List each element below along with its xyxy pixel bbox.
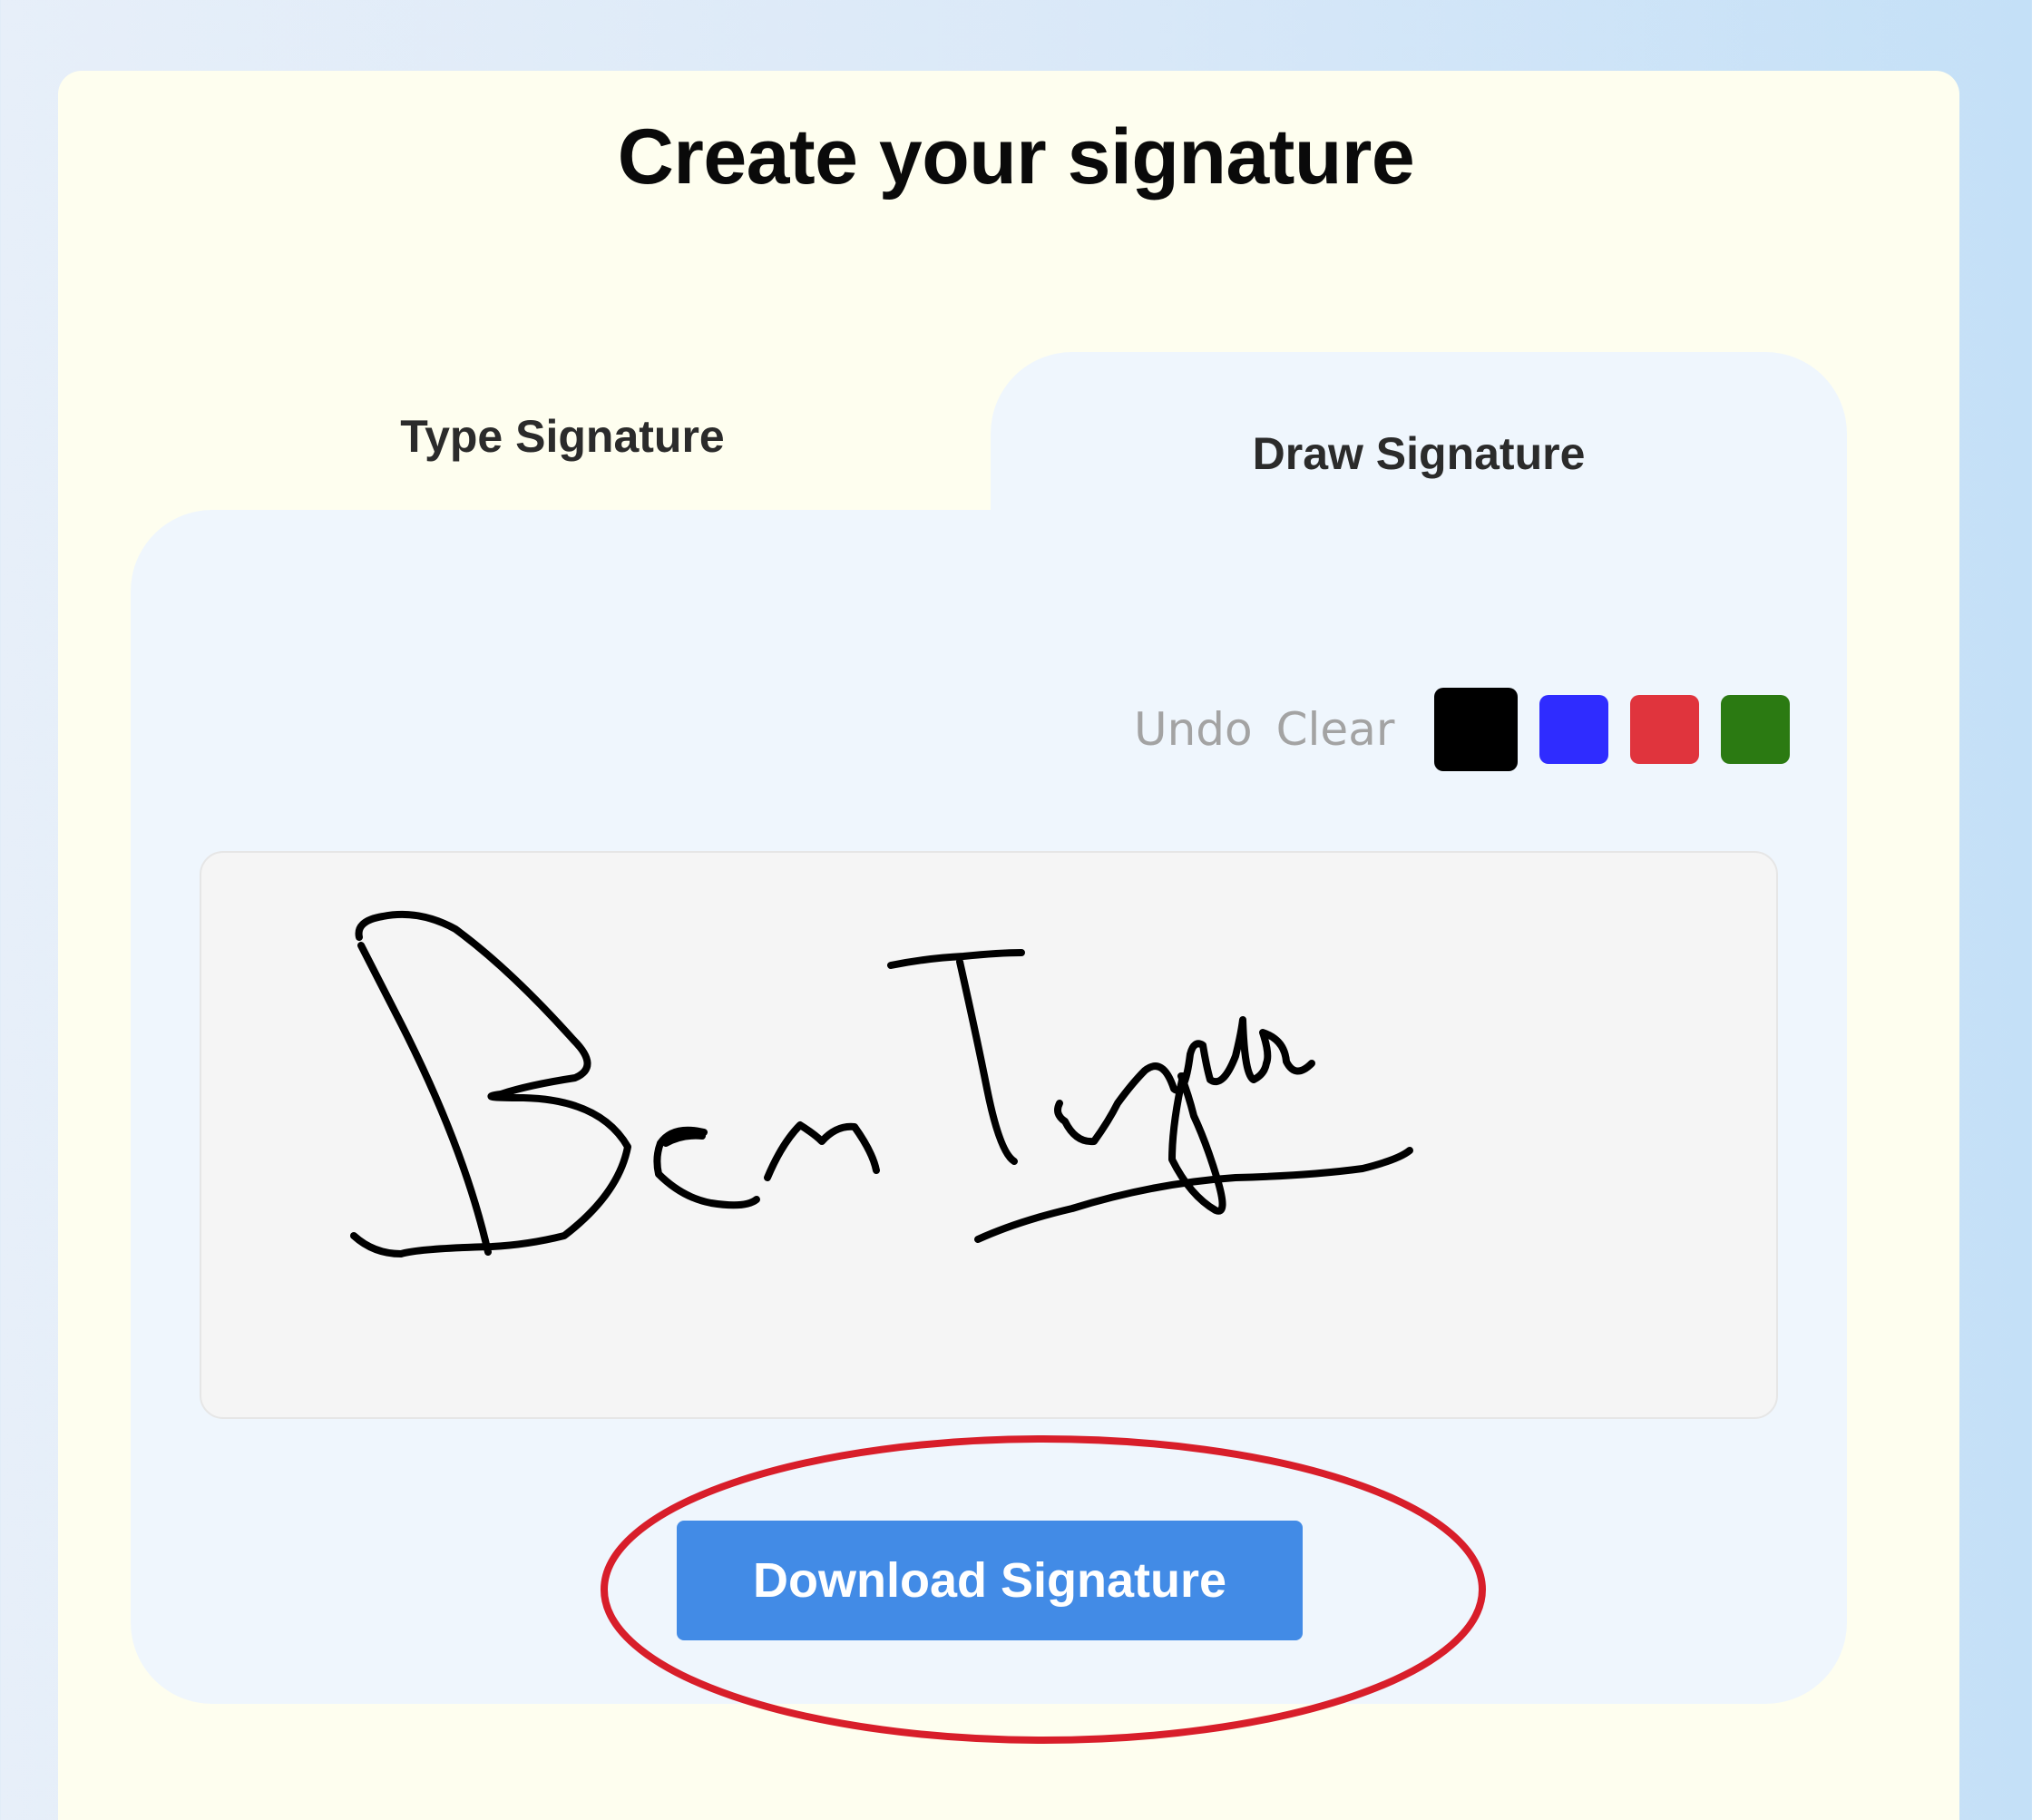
- signature-canvas[interactable]: [200, 851, 1778, 1419]
- draw-toolbar: Undo Clear: [1134, 688, 1791, 771]
- signature-drawing: [350, 910, 1413, 1257]
- page-title: Create your signature: [617, 113, 1415, 201]
- tab-draw-signature[interactable]: Draw Signature: [991, 419, 1847, 488]
- color-swatch-black[interactable]: [1434, 688, 1519, 771]
- tab-type-signature[interactable]: Type Signature: [336, 405, 789, 468]
- color-swatch-blue[interactable]: [1539, 695, 1609, 764]
- color-swatch-red[interactable]: [1630, 695, 1700, 764]
- clear-button[interactable]: Clear: [1276, 703, 1395, 756]
- download-signature-button[interactable]: Download Signature: [677, 1521, 1303, 1640]
- undo-button[interactable]: Undo: [1134, 703, 1253, 756]
- color-swatch-green[interactable]: [1721, 695, 1791, 764]
